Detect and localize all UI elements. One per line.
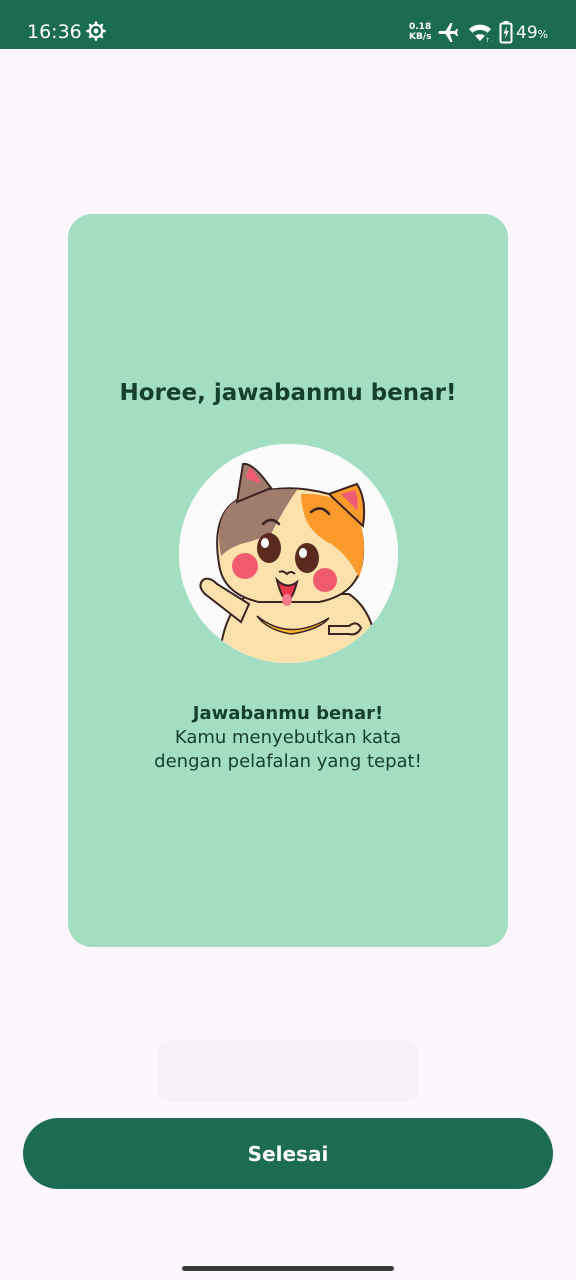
gear-icon — [86, 21, 106, 41]
network-speed-unit: KB/s — [409, 32, 432, 42]
message-line-2: dengan pelafalan yang tepat! — [154, 751, 422, 772]
airplane-icon — [437, 20, 461, 44]
message-line-1: Kamu menyebutkan kata — [174, 727, 402, 748]
svg-text:↑↓: ↑↓ — [485, 37, 492, 43]
status-time: 16:36 — [27, 21, 82, 43]
empty-panel — [157, 1040, 419, 1102]
battery-value: 49 — [516, 23, 538, 43]
home-indicator[interactable] — [182, 1266, 394, 1271]
cat-illustration — [179, 444, 398, 663]
finish-button[interactable]: Selesai — [23, 1118, 553, 1189]
result-title: Horee, jawabanmu benar! — [119, 380, 457, 406]
battery-level: 49% — [516, 21, 548, 47]
network-speed: 0.18 KB/s — [409, 22, 431, 42]
result-message: Jawabanmu benar! Kamu menyebutkan kata d… — [0, 702, 576, 774]
message-heading: Jawabanmu benar! — [192, 703, 384, 724]
battery-icon — [499, 20, 513, 44]
wifi-icon: ↑↓ — [468, 21, 495, 44]
battery-unit: % — [537, 28, 549, 41]
status-bar: 16:36 0.18 KB/s ↑ 49% — [0, 0, 576, 49]
network-speed-value: 0.18 — [409, 22, 432, 32]
screen: 16:36 0.18 KB/s ↑ 49% Horee, jawabanmu b… — [0, 0, 576, 1280]
